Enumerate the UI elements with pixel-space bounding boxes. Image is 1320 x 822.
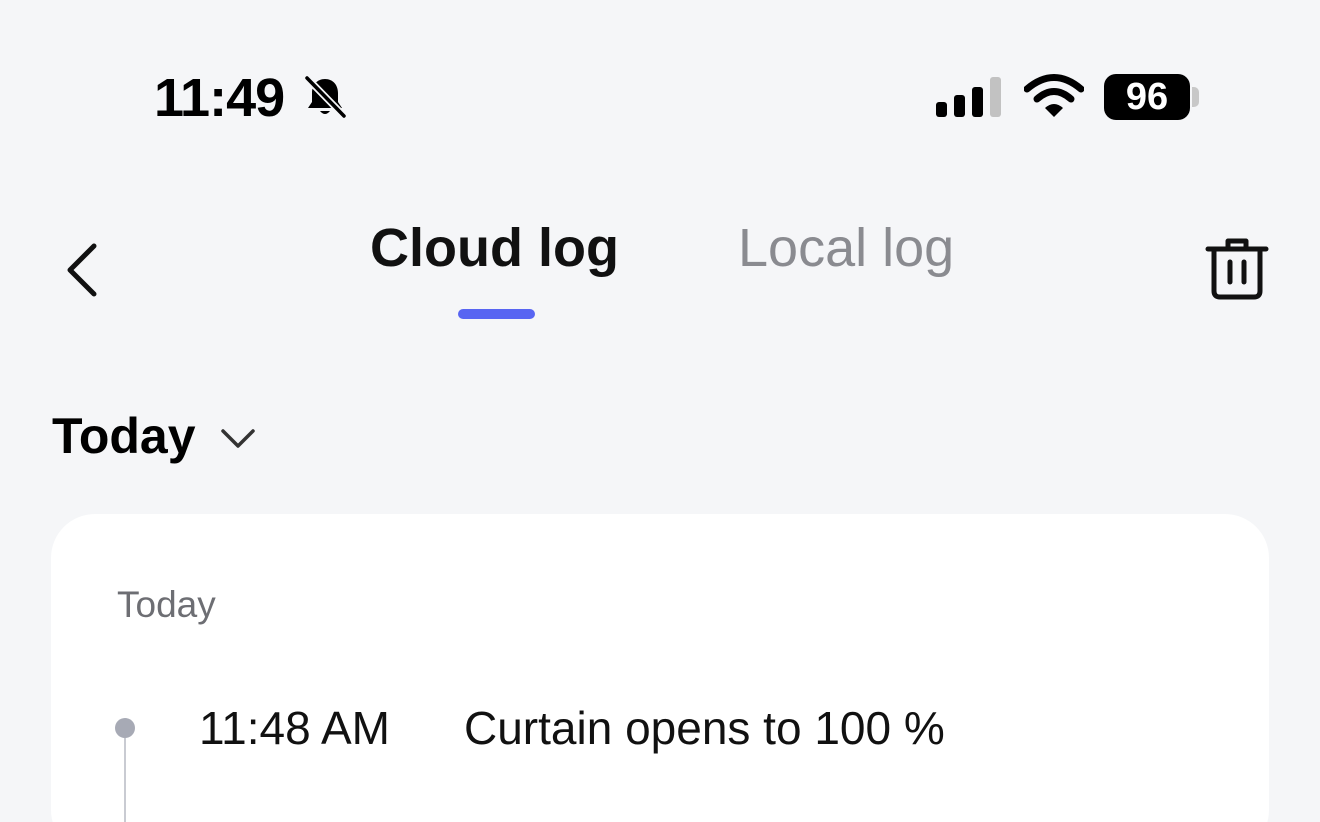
date-filter-dropdown[interactable]: Today xyxy=(52,404,258,468)
timeline-line xyxy=(124,738,126,822)
log-card: Today 11:48 AM Curtain opens to 100 % xyxy=(51,514,1269,822)
log-entry-text: Curtain opens to 100 % xyxy=(464,702,945,754)
tab-local-log[interactable]: Local log xyxy=(738,216,954,280)
active-tab-indicator xyxy=(458,309,535,319)
signal-icon xyxy=(936,77,1001,117)
battery-level: 96 xyxy=(1125,76,1169,118)
screen: 11:49 96 Cloud log Local log Today Today… xyxy=(0,0,1320,822)
battery-tip xyxy=(1192,87,1199,107)
back-chevron-icon[interactable] xyxy=(62,240,106,300)
bell-slash-icon xyxy=(303,74,348,120)
date-filter-label: Today xyxy=(52,408,196,464)
battery-indicator: 96 xyxy=(1104,74,1190,120)
chevron-down-icon xyxy=(220,429,255,448)
wifi-icon xyxy=(1024,74,1084,117)
trash-icon[interactable] xyxy=(1204,236,1270,302)
log-entry-time: 11:48 AM xyxy=(199,702,390,754)
tab-cloud-log[interactable]: Cloud log xyxy=(370,216,619,280)
timeline-dot xyxy=(115,718,135,738)
log-group-label: Today xyxy=(117,584,216,625)
status-time: 11:49 xyxy=(154,68,285,128)
